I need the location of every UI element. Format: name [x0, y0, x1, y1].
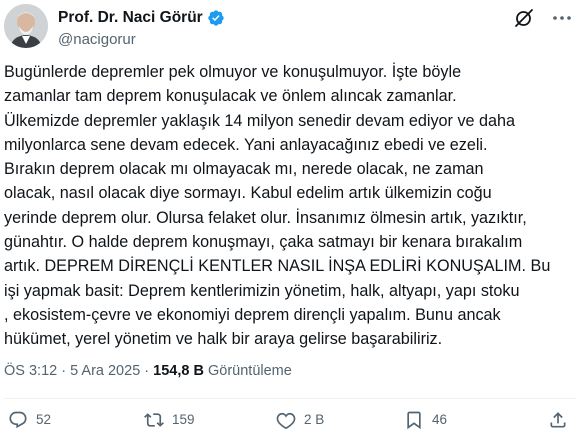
like-count: 2 B	[304, 412, 325, 427]
tweet-text-line: günahtır. O halde deprem konuşmayı, çaka…	[4, 233, 523, 252]
tweet: Prof. Dr. Naci Görür @nacigorur Bugünler…	[0, 0, 580, 448]
tweet-header: Prof. Dr. Naci Görür @nacigorur	[4, 4, 580, 48]
like-button[interactable]: 2 B	[276, 410, 324, 430]
tweet-text: Bugünlerde depremler pek olmuyor ve konu…	[4, 60, 570, 352]
tweet-text-line: , ekosistem-çevre ve ekonomiyi deprem di…	[4, 305, 501, 324]
tweet-time[interactable]: ÖS 3:12	[4, 363, 57, 379]
display-name[interactable]: Prof. Dr. Naci Görür	[58, 9, 203, 27]
repost-button[interactable]: 159	[144, 410, 195, 430]
bookmark-count: 46	[432, 412, 448, 427]
tweet-text-line: Bırakın deprem olacak mı olmayacak mı, n…	[4, 160, 484, 179]
reply-count: 52	[36, 412, 52, 427]
tweet-text-line: Ülkemizde depremler yaklaşık 14 milyon s…	[4, 111, 516, 130]
reply-icon	[9, 411, 27, 429]
tweet-text-line: olacak, nasıl olacak diye sormayı. Kabul…	[4, 184, 492, 203]
heart-icon	[276, 412, 296, 430]
tweet-text-line: Bugünlerde depremler pek olmuyor ve konu…	[4, 63, 462, 81]
author-names: Prof. Dr. Naci Görür @nacigorur	[58, 8, 225, 48]
bookmark-icon	[407, 411, 421, 430]
tweet-text-line: milyonlarca sene devam edecek. Yani anla…	[4, 135, 488, 154]
divider	[4, 398, 576, 399]
tweet-text-line: hükümet, yerel yönetim ve halk bir araya…	[4, 330, 443, 349]
tweet-text-line: yerinde deprem olur. Olursa felaket olur…	[4, 208, 527, 227]
avatar[interactable]	[4, 4, 48, 48]
share-icon	[550, 412, 566, 428]
handle[interactable]: @nacigorur	[58, 31, 225, 48]
meta-separator: ·	[144, 363, 150, 379]
tweet-date[interactable]: 5 Ara 2025	[70, 363, 140, 379]
top-actions	[498, 6, 574, 30]
tweet-text-line: zamanlar tam deprem konuşulacak ve önlem…	[4, 87, 457, 106]
repost-count: 159	[172, 412, 195, 427]
verified-badge-icon	[207, 9, 225, 27]
meta-separator: ·	[61, 363, 67, 379]
more-icon[interactable]	[550, 6, 574, 30]
bookmark-button[interactable]: 46	[404, 410, 447, 430]
tweet-text-line: artık. DEPREM DİRENÇLİ KENTLER NASIL İNŞ…	[4, 257, 551, 276]
views-label: Görüntüleme	[208, 363, 292, 379]
action-bar: 52 159 2 B 46	[0, 408, 580, 440]
tweet-meta: ÖS 3:12 · 5 Ara 2025 · 154,8 B Görüntüle…	[4, 363, 292, 379]
reply-button[interactable]: 52	[8, 410, 51, 430]
share-button[interactable]	[548, 410, 576, 430]
views-count: 154,8 B	[153, 363, 204, 379]
grok-icon[interactable]	[512, 6, 536, 30]
repost-icon	[144, 413, 164, 427]
tweet-text-line: işi yapmak basit: Deprem kentlerimizin y…	[4, 281, 520, 300]
